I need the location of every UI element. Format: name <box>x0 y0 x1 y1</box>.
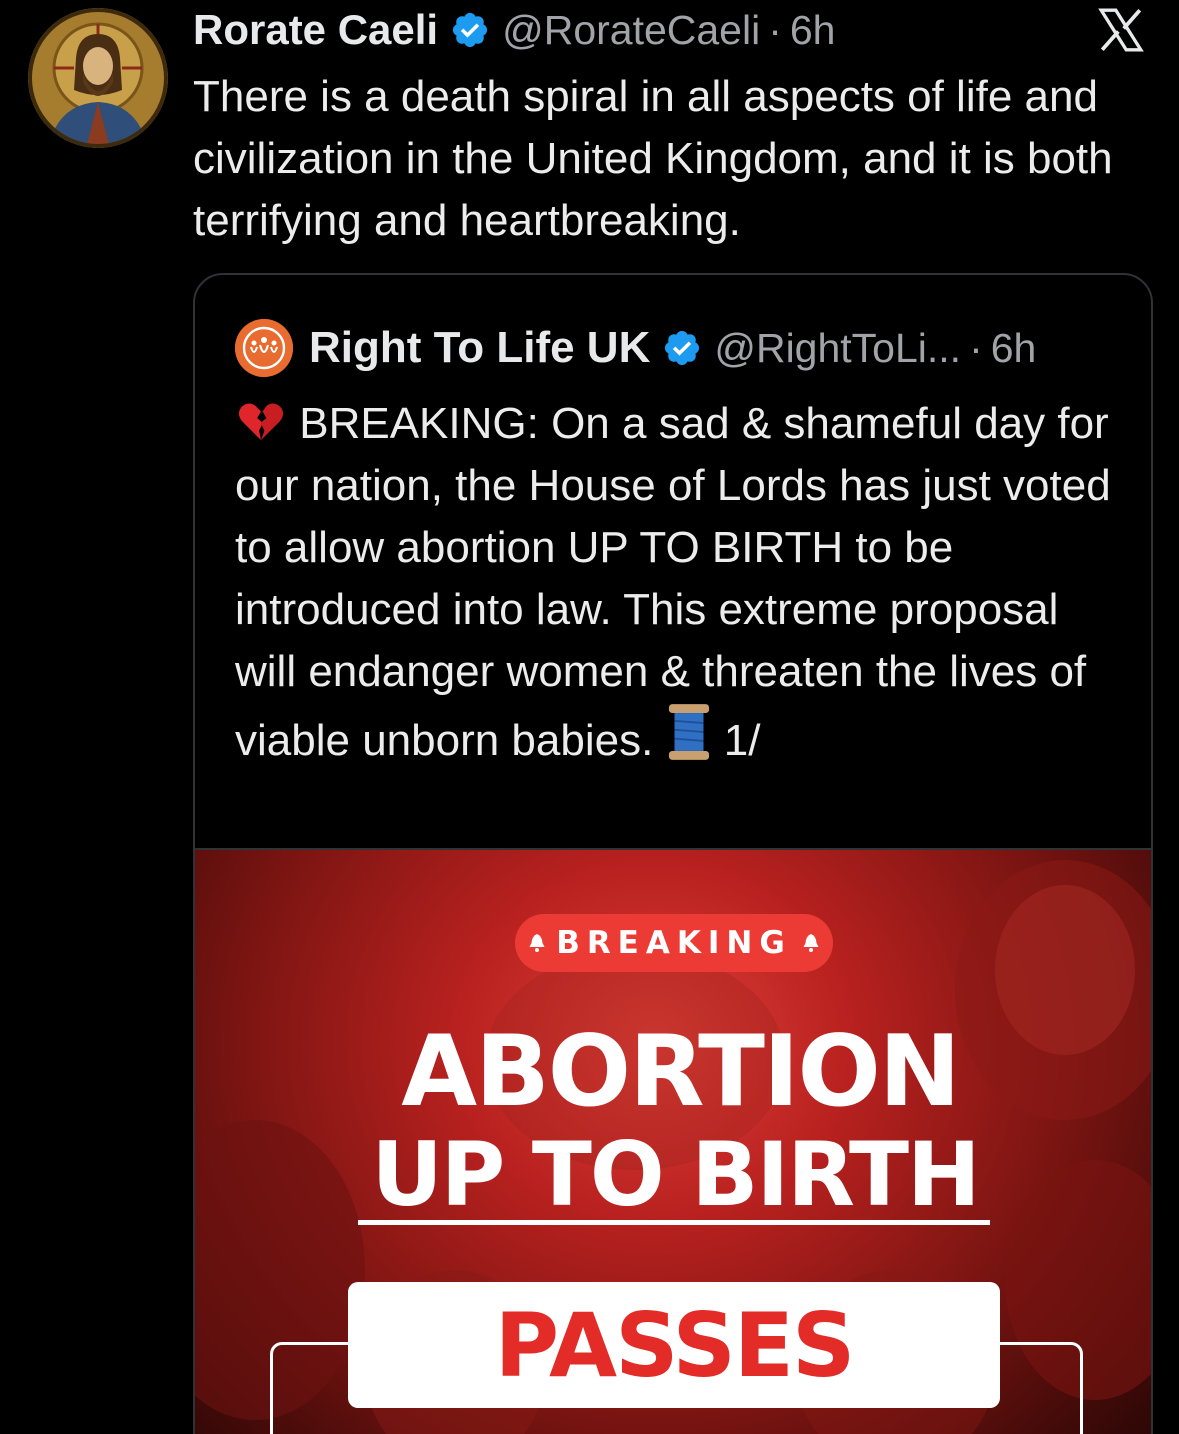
bell-icon <box>529 934 545 952</box>
post-time[interactable]: 6h <box>790 7 836 54</box>
quoted-author-avatar[interactable] <box>235 319 293 377</box>
tweet-text: There is a death spiral in all aspects o… <box>193 72 1113 245</box>
verified-badge-icon[interactable] <box>662 328 702 368</box>
passes-label: PASSES <box>494 1293 856 1397</box>
author-avatar[interactable] <box>28 8 168 148</box>
headline-underline <box>358 1220 990 1225</box>
separator-dot: · <box>768 6 782 53</box>
frame-bracket-right <box>1000 1342 1083 1434</box>
bell-icon <box>803 934 819 952</box>
separator-dot: · <box>969 324 983 371</box>
quoted-tweet-image[interactable]: BREAKING ABORTION UP TO BIRTH PASSES <box>195 848 1151 1434</box>
headline-line-2: UP TO BIRTH <box>371 1123 980 1226</box>
quoted-tweet-header: Right To Life UK @RightToLi... · 6h <box>235 318 1036 378</box>
headline-line-1: ABORTION <box>401 1015 961 1129</box>
quoted-post-time[interactable]: 6h <box>991 325 1037 372</box>
right-to-life-logo-icon <box>235 319 293 377</box>
verified-badge-icon[interactable] <box>450 10 490 50</box>
thread-marker: 1/ <box>723 716 761 765</box>
frame-bracket-left <box>270 1342 353 1434</box>
tweet-header: Rorate Caeli @RorateCaeli · 6h <box>193 2 835 58</box>
quoted-tweet-text: BREAKING: On a sad & shameful day for ou… <box>235 393 1115 772</box>
author-name[interactable]: Rorate Caeli <box>193 6 438 54</box>
passes-banner: PASSES <box>348 1282 1000 1408</box>
thread-spool-icon <box>666 704 724 765</box>
quoted-author-handle[interactable]: @RightToLi... <box>714 325 961 372</box>
breaking-badge: BREAKING <box>515 914 833 972</box>
quoted-author-name[interactable]: Right To Life UK <box>309 323 650 373</box>
icon-of-christ-pantocrator-icon <box>28 8 168 148</box>
broken-heart-icon <box>235 399 299 448</box>
quoted-tweet-card[interactable]: Right To Life UK @RightToLi... · 6h BREA… <box>193 273 1153 1434</box>
author-handle[interactable]: @RorateCaeli <box>502 7 760 54</box>
x-logo-icon <box>1098 8 1144 52</box>
breaking-label: BREAKING <box>556 925 792 961</box>
